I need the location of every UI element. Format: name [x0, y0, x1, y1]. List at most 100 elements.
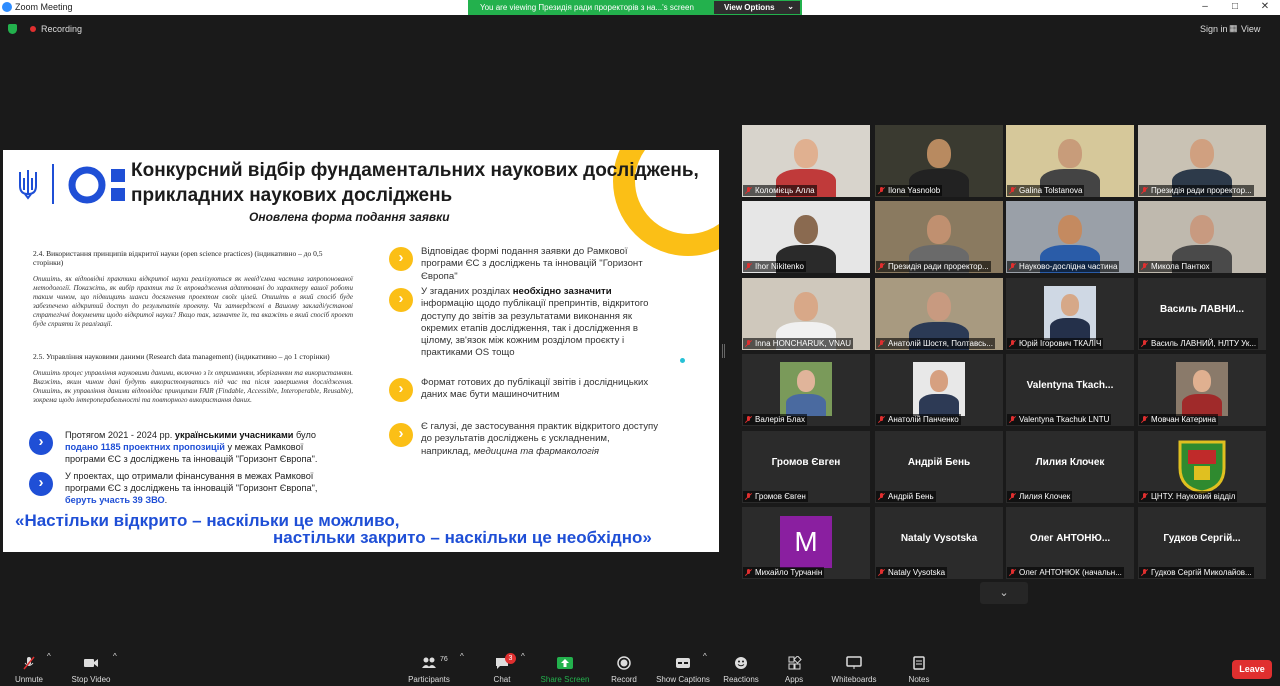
notes-icon	[913, 656, 925, 670]
participant-tile[interactable]: Nataly Vysotska Nataly Vysotska	[875, 507, 1003, 579]
participant-tile[interactable]: Лилия Клочек Лилия Клочек	[1006, 431, 1134, 503]
unmute-button[interactable]: Unmute	[8, 652, 50, 686]
muted-microphone-icon	[878, 416, 885, 423]
participant-display-name: Олег АНТОНЮ...	[1029, 533, 1111, 544]
captions-options-caret[interactable]: ^	[703, 652, 707, 686]
participant-name-label: Юрій Ігорович ТКАЛІЧ	[1007, 338, 1104, 349]
participant-tile[interactable]: ЦНТУ. Науковий відділ	[1138, 431, 1266, 503]
zoom-app-icon	[2, 2, 12, 12]
participant-name: Михайло Турчанін	[755, 568, 823, 577]
participant-display-name: Василь ЛАВНИ...	[1160, 304, 1244, 315]
muted-microphone-icon	[23, 656, 35, 670]
view-button[interactable]: View	[1241, 24, 1260, 34]
doc-section-heading: 2.4. Використання принципів відкритої на…	[33, 249, 323, 267]
arrow-bullet-icon: ›	[389, 378, 413, 402]
participants-options-caret[interactable]: ^	[460, 652, 464, 686]
participant-tile[interactable]: Valentyna Tkach... Valentyna Tkachuk LNTU	[1006, 354, 1134, 426]
arrow-bullet-icon: ›	[389, 247, 413, 271]
participant-tile[interactable]: Мовчан Катерина	[1138, 354, 1266, 426]
muted-microphone-icon	[1009, 493, 1016, 500]
panel-resize-handle[interactable]	[722, 344, 725, 358]
muted-microphone-icon	[745, 263, 752, 270]
gallery-scroll-down-button[interactable]: ⌄	[980, 582, 1028, 604]
participant-tile[interactable]: Анатолій Панченко	[875, 354, 1003, 426]
muted-microphone-icon	[1141, 569, 1148, 576]
participant-name: Президія ради проректор...	[888, 262, 989, 271]
participant-tile[interactable]: Inna HONCHARUK, VNAU	[742, 278, 870, 350]
participant-tile[interactable]: M Михайло Турчанін	[742, 507, 870, 579]
share-screen-button[interactable]: Share Screen	[539, 652, 591, 686]
participant-tile[interactable]: Валерія Блах	[742, 354, 870, 426]
shared-screen-slide: Конкурсний відбір фундаментальних науков…	[3, 150, 719, 552]
participant-name-label: Президія ради проректор...	[876, 261, 991, 272]
grid-view-icon[interactable]: ▦	[1229, 23, 1238, 34]
sign-in-button[interactable]: Sign in	[1200, 24, 1228, 34]
security-shield-icon[interactable]	[8, 24, 17, 34]
participant-name-label: Науково-дослідна частина	[1007, 261, 1120, 272]
participant-tile[interactable]: Коломієць Алла	[742, 125, 870, 197]
reactions-label: Reactions	[723, 675, 759, 684]
participant-tile[interactable]: Олег АНТОНЮ... Олег АНТОНЮК (начальн...	[1006, 507, 1134, 579]
view-options-button[interactable]: View Options ⌄	[714, 1, 800, 14]
notes-button[interactable]: Notes	[900, 652, 938, 686]
participant-name: Коломієць Алла	[755, 186, 815, 195]
record-icon	[617, 656, 631, 670]
stop-video-button[interactable]: Stop Video	[66, 652, 116, 686]
participant-gallery: Коломієць Алла Ilona Yasnolob Galina Tolst…	[742, 125, 1267, 579]
video-options-caret[interactable]: ^	[113, 652, 117, 686]
participant-name: Лилия Клочек	[1019, 492, 1071, 501]
smiley-reaction-icon	[735, 657, 747, 669]
screen-share-banner: You are viewing Президія ради проректорі…	[468, 0, 802, 15]
doc-section-2-5: 2.5. Управління науковими даними (Resear…	[33, 352, 353, 405]
participant-tile[interactable]: Ilona Yasnolob	[875, 125, 1003, 197]
participant-name: Ihor Nikitenko	[755, 262, 804, 271]
audio-options-caret[interactable]: ^	[47, 652, 51, 686]
muted-microphone-icon	[1009, 416, 1016, 423]
recording-label[interactable]: Recording	[41, 24, 82, 34]
apps-button[interactable]: Apps	[776, 652, 812, 686]
muted-microphone-icon	[1009, 263, 1016, 270]
participant-tile[interactable]: Юрій Ігорович ТКАЛІЧ	[1006, 278, 1134, 350]
captions-icon	[676, 658, 690, 668]
participant-tile[interactable]: Науково-дослідна частина	[1006, 201, 1134, 273]
participant-name-label: Анатолій Панченко	[876, 414, 961, 425]
view-options-label: View Options	[724, 3, 775, 12]
participant-tile[interactable]: Громов Євген Громов Євген	[742, 431, 870, 503]
reactions-button[interactable]: Reactions	[721, 652, 761, 686]
participant-tile[interactable]: Ihor Nikitenko	[742, 201, 870, 273]
participants-button[interactable]: 76 Participants	[404, 652, 454, 686]
participant-tile[interactable]: Президія ради проректор...	[875, 201, 1003, 273]
bullet-text: Відповідає формі подання заявки до Рамко…	[421, 246, 643, 282]
participant-tile[interactable]: Василь ЛАВНИ... Василь ЛАВНИЙ, НЛТУ Ук...	[1138, 278, 1266, 350]
record-button[interactable]: Record	[606, 652, 642, 686]
participant-tile[interactable]: Президія ради проректор...	[1138, 125, 1266, 197]
ministry-logo-icon	[68, 166, 125, 204]
chat-options-caret[interactable]: ^	[521, 652, 525, 686]
participant-tile[interactable]: Микола Пантюх	[1138, 201, 1266, 273]
participant-name: Юрій Ігорович ТКАЛІЧ	[1019, 339, 1102, 348]
participant-tile[interactable]: Андрій Бень Андрій Бень	[875, 431, 1003, 503]
participant-display-name: Громов Євген	[771, 457, 841, 468]
unmute-label: Unmute	[14, 675, 43, 684]
participant-tile[interactable]: Гудков Сергій... Гудков Сергій Миколайов.…	[1138, 507, 1266, 579]
maximize-button[interactable]: □	[1220, 0, 1250, 15]
share-banner-message: You are viewing Президія ради проректорі…	[480, 3, 694, 12]
arrow-bullet-icon: ›	[389, 288, 413, 312]
whiteboards-button[interactable]: Whiteboards	[826, 652, 882, 686]
muted-microphone-icon	[1009, 569, 1016, 576]
doc-section-heading: 2.5. Управління науковими даними (Resear…	[33, 352, 330, 361]
participant-name: Президія ради проректор...	[1151, 186, 1252, 195]
participant-tile[interactable]: Анатолій Шостя, Полтавсь...	[875, 278, 1003, 350]
arrow-bullet-icon: ›	[29, 431, 53, 455]
leave-meeting-button[interactable]: Leave	[1232, 660, 1272, 679]
participant-tile[interactable]: Galina Tolstanova	[1006, 125, 1134, 197]
apps-label: Apps	[784, 675, 804, 684]
close-button[interactable]: ✕	[1250, 0, 1280, 15]
window-title: Zoom Meeting	[15, 2, 73, 12]
chat-button[interactable]: 3 Chat	[487, 652, 517, 686]
minimize-button[interactable]: –	[1190, 0, 1220, 15]
record-label: Record	[611, 675, 637, 684]
participant-name-label: Inna HONCHARUK, VNAU	[743, 338, 854, 349]
muted-microphone-icon	[878, 263, 885, 270]
recording-dot-icon	[30, 26, 36, 32]
